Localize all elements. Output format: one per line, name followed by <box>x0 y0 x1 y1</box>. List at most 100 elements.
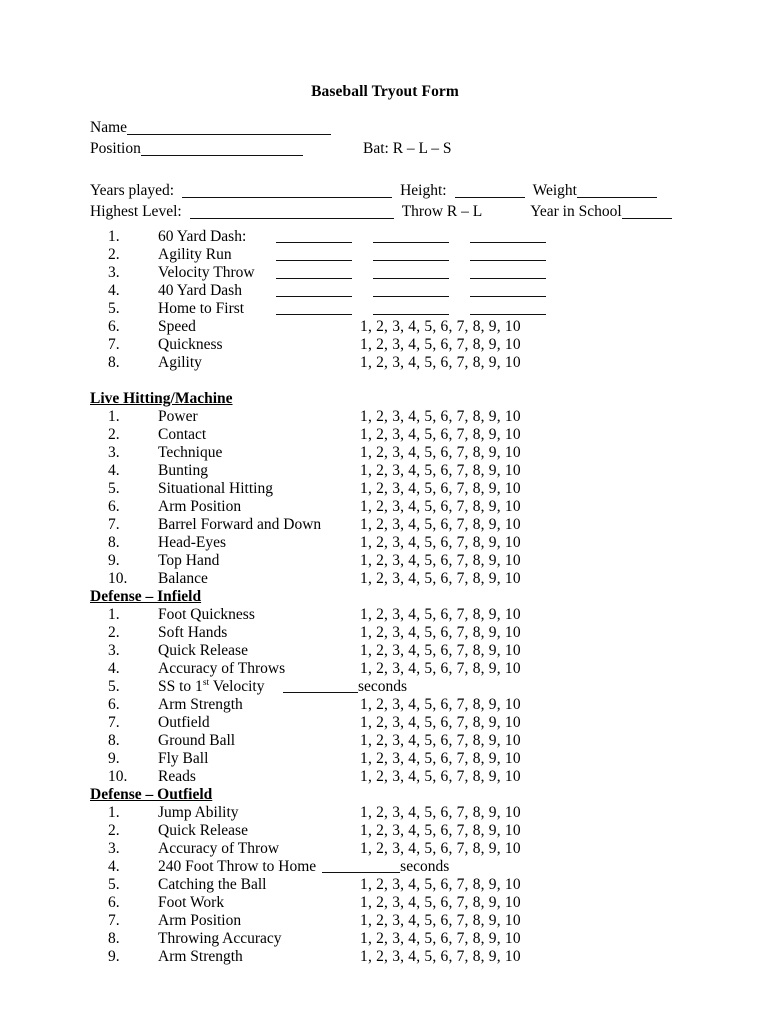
rating-scale[interactable]: 1, 2, 3, 4, 5, 6, 7, 8, 9, 10 <box>360 480 521 498</box>
measurement-input-line[interactable] <box>276 230 352 243</box>
highest-level-label: Highest Level: <box>90 203 182 220</box>
years-played-input-line[interactable] <box>182 185 393 198</box>
rating-scale[interactable]: 1, 2, 3, 4, 5, 6, 7, 8, 9, 10 <box>360 732 521 750</box>
measurement-input-line[interactable] <box>470 248 546 261</box>
evaluation-item-row: 7. Arm Position 1, 2, 3, 4, 5, 6, 7, 8, 9,… <box>90 912 690 930</box>
rating-scale[interactable]: 1, 2, 3, 4, 5, 6, 7, 8, 9, 10 <box>360 624 521 642</box>
item-label: SS to 1st Velocity <box>158 676 265 695</box>
rating-scale[interactable]: 1, 2, 3, 4, 5, 6, 7, 8, 9, 10 <box>360 750 521 768</box>
item-number: 3. <box>108 840 120 857</box>
measurement-input-line[interactable] <box>276 266 352 279</box>
rating-scale[interactable]: 1, 2, 3, 4, 5, 6, 7, 8, 9, 10 <box>360 408 521 426</box>
rating-scale[interactable]: 1, 2, 3, 4, 5, 6, 7, 8, 9, 10 <box>360 840 521 858</box>
rating-scale[interactable]: 1, 2, 3, 4, 5, 6, 7, 8, 9, 10 <box>360 552 521 570</box>
item-number: 7. <box>108 912 120 929</box>
evaluation-item-row: 2. Contact 1, 2, 3, 4, 5, 6, 7, 8, 9, 10 <box>90 426 690 444</box>
item-number: 9. <box>108 552 120 569</box>
measurement-input-line[interactable] <box>373 230 449 243</box>
evaluation-item-row: 9. Arm Strength 1, 2, 3, 4, 5, 6, 7, 8, 9,… <box>90 948 690 966</box>
weight-input-line[interactable] <box>576 185 657 198</box>
name-input-line[interactable] <box>127 122 332 135</box>
item-label: Ground Ball <box>158 732 236 749</box>
item-label: Top Hand <box>158 552 220 569</box>
seconds-input-line[interactable] <box>283 680 358 693</box>
rating-scale[interactable]: 1, 2, 3, 4, 5, 6, 7, 8, 9, 10 <box>360 714 521 732</box>
position-input-line[interactable] <box>140 143 303 156</box>
rating-scale[interactable]: 1, 2, 3, 4, 5, 6, 7, 8, 9, 10 <box>360 318 521 336</box>
item-number: 7. <box>108 336 120 353</box>
rating-scale[interactable]: 1, 2, 3, 4, 5, 6, 7, 8, 9, 10 <box>360 894 521 912</box>
rating-scale[interactable]: 1, 2, 3, 4, 5, 6, 7, 8, 9, 10 <box>360 930 521 948</box>
item-number: 4. <box>108 660 120 677</box>
measurement-input-line[interactable] <box>276 248 352 261</box>
measurement-columns <box>276 300 546 318</box>
rating-scale[interactable]: 1, 2, 3, 4, 5, 6, 7, 8, 9, 10 <box>360 354 521 372</box>
measurement-input-line[interactable] <box>470 284 546 297</box>
evaluation-item-row: 8. Ground Ball 1, 2, 3, 4, 5, 6, 7, 8, 9, … <box>90 732 690 750</box>
year-in-school-input-line[interactable] <box>621 206 672 219</box>
item-number: 5. <box>108 876 120 893</box>
rating-scale[interactable]: 1, 2, 3, 4, 5, 6, 7, 8, 9, 10 <box>360 570 521 588</box>
weight-label: Weight <box>532 182 577 199</box>
rating-scale[interactable]: 1, 2, 3, 4, 5, 6, 7, 8, 9, 10 <box>360 804 521 822</box>
rating-scale[interactable]: 1, 2, 3, 4, 5, 6, 7, 8, 9, 10 <box>360 516 521 534</box>
item-number: 10. <box>108 570 128 587</box>
item-number: 1. <box>108 606 120 623</box>
rating-scale[interactable]: 1, 2, 3, 4, 5, 6, 7, 8, 9, 10 <box>360 642 521 660</box>
rating-scale[interactable]: 1, 2, 3, 4, 5, 6, 7, 8, 9, 10 <box>360 534 521 552</box>
item-number: 5. <box>108 300 120 317</box>
measurement-input-line[interactable] <box>470 266 546 279</box>
evaluation-item-row: 9. Top Hand 1, 2, 3, 4, 5, 6, 7, 8, 9, 10 <box>90 552 690 570</box>
item-number: 6. <box>108 894 120 911</box>
evaluation-item-row: 1. Foot Quickness 1, 2, 3, 4, 5, 6, 7, 8, … <box>90 606 690 624</box>
measurement-input-line[interactable] <box>470 230 546 243</box>
evaluation-item-row: 7. Quickness 1, 2, 3, 4, 5, 6, 7, 8, 9, 10 <box>90 336 690 354</box>
evaluation-item-row: 4. Accuracy of Throws 1, 2, 3, 4, 5, 6, 7,… <box>90 660 690 678</box>
evaluation-sections: 1. 60 Yard Dash: 2. Agility Run 3. Velocity T… <box>90 228 690 966</box>
evaluation-item-row: 4. Bunting 1, 2, 3, 4, 5, 6, 7, 8, 9, 10 <box>90 462 690 480</box>
rating-scale[interactable]: 1, 2, 3, 4, 5, 6, 7, 8, 9, 10 <box>360 912 521 930</box>
height-input-line[interactable] <box>454 185 525 198</box>
document-page: Baseball Tryout Form Name Position Bat: … <box>0 0 770 1024</box>
measurement-input-line[interactable] <box>276 302 352 315</box>
rating-scale[interactable]: 1, 2, 3, 4, 5, 6, 7, 8, 9, 10 <box>360 462 521 480</box>
years-played-row: Years played: Height: Weight <box>90 180 690 201</box>
seconds-field: seconds <box>283 678 407 696</box>
item-label: Power <box>158 408 198 425</box>
evaluation-section: Live Hitting/Machine 1. Power 1, 2, 3, 4, 5… <box>90 390 690 588</box>
measurement-input-line[interactable] <box>373 302 449 315</box>
measurement-columns <box>276 228 546 246</box>
item-label: Balance <box>158 570 208 587</box>
item-label: Agility Run <box>158 246 232 263</box>
highest-level-input-line[interactable] <box>189 206 394 219</box>
bat-label: Bat: R – L – S <box>363 140 452 157</box>
rating-scale[interactable]: 1, 2, 3, 4, 5, 6, 7, 8, 9, 10 <box>360 822 521 840</box>
rating-scale[interactable]: 1, 2, 3, 4, 5, 6, 7, 8, 9, 10 <box>360 768 521 786</box>
rating-scale[interactable]: 1, 2, 3, 4, 5, 6, 7, 8, 9, 10 <box>360 336 521 354</box>
rating-scale[interactable]: 1, 2, 3, 4, 5, 6, 7, 8, 9, 10 <box>360 498 521 516</box>
measurement-input-line[interactable] <box>373 284 449 297</box>
item-number: 3. <box>108 642 120 659</box>
rating-scale[interactable]: 1, 2, 3, 4, 5, 6, 7, 8, 9, 10 <box>360 876 521 894</box>
rating-scale[interactable]: 1, 2, 3, 4, 5, 6, 7, 8, 9, 10 <box>360 444 521 462</box>
item-label: Quick Release <box>158 642 248 659</box>
rating-scale[interactable]: 1, 2, 3, 4, 5, 6, 7, 8, 9, 10 <box>360 696 521 714</box>
rating-scale[interactable]: 1, 2, 3, 4, 5, 6, 7, 8, 9, 10 <box>360 426 521 444</box>
rating-scale[interactable]: 1, 2, 3, 4, 5, 6, 7, 8, 9, 10 <box>360 606 521 624</box>
evaluation-item-row: 3. Technique 1, 2, 3, 4, 5, 6, 7, 8, 9, 10 <box>90 444 690 462</box>
measurement-input-line[interactable] <box>373 266 449 279</box>
measurement-input-line[interactable] <box>276 284 352 297</box>
measurement-input-line[interactable] <box>373 248 449 261</box>
seconds-input-line[interactable] <box>322 860 401 873</box>
rating-scale[interactable]: 1, 2, 3, 4, 5, 6, 7, 8, 9, 10 <box>360 948 521 966</box>
throw-label: Throw R – L <box>401 203 483 220</box>
position-row: Position Bat: R – L – S <box>90 138 690 159</box>
evaluation-item-row: 1. Jump Ability 1, 2, 3, 4, 5, 6, 7, 8, 9,… <box>90 804 690 822</box>
rating-scale[interactable]: 1, 2, 3, 4, 5, 6, 7, 8, 9, 10 <box>360 660 521 678</box>
item-label: 40 Yard Dash <box>158 282 242 299</box>
evaluation-item-row: 6. Speed 1, 2, 3, 4, 5, 6, 7, 8, 9, 10 <box>90 318 690 336</box>
measurement-columns <box>276 246 546 264</box>
measurement-input-line[interactable] <box>470 302 546 315</box>
evaluation-item-row: 8. Throwing Accuracy 1, 2, 3, 4, 5, 6, 7, … <box>90 930 690 948</box>
item-label: 240 Foot Throw to Home seconds <box>158 858 450 875</box>
